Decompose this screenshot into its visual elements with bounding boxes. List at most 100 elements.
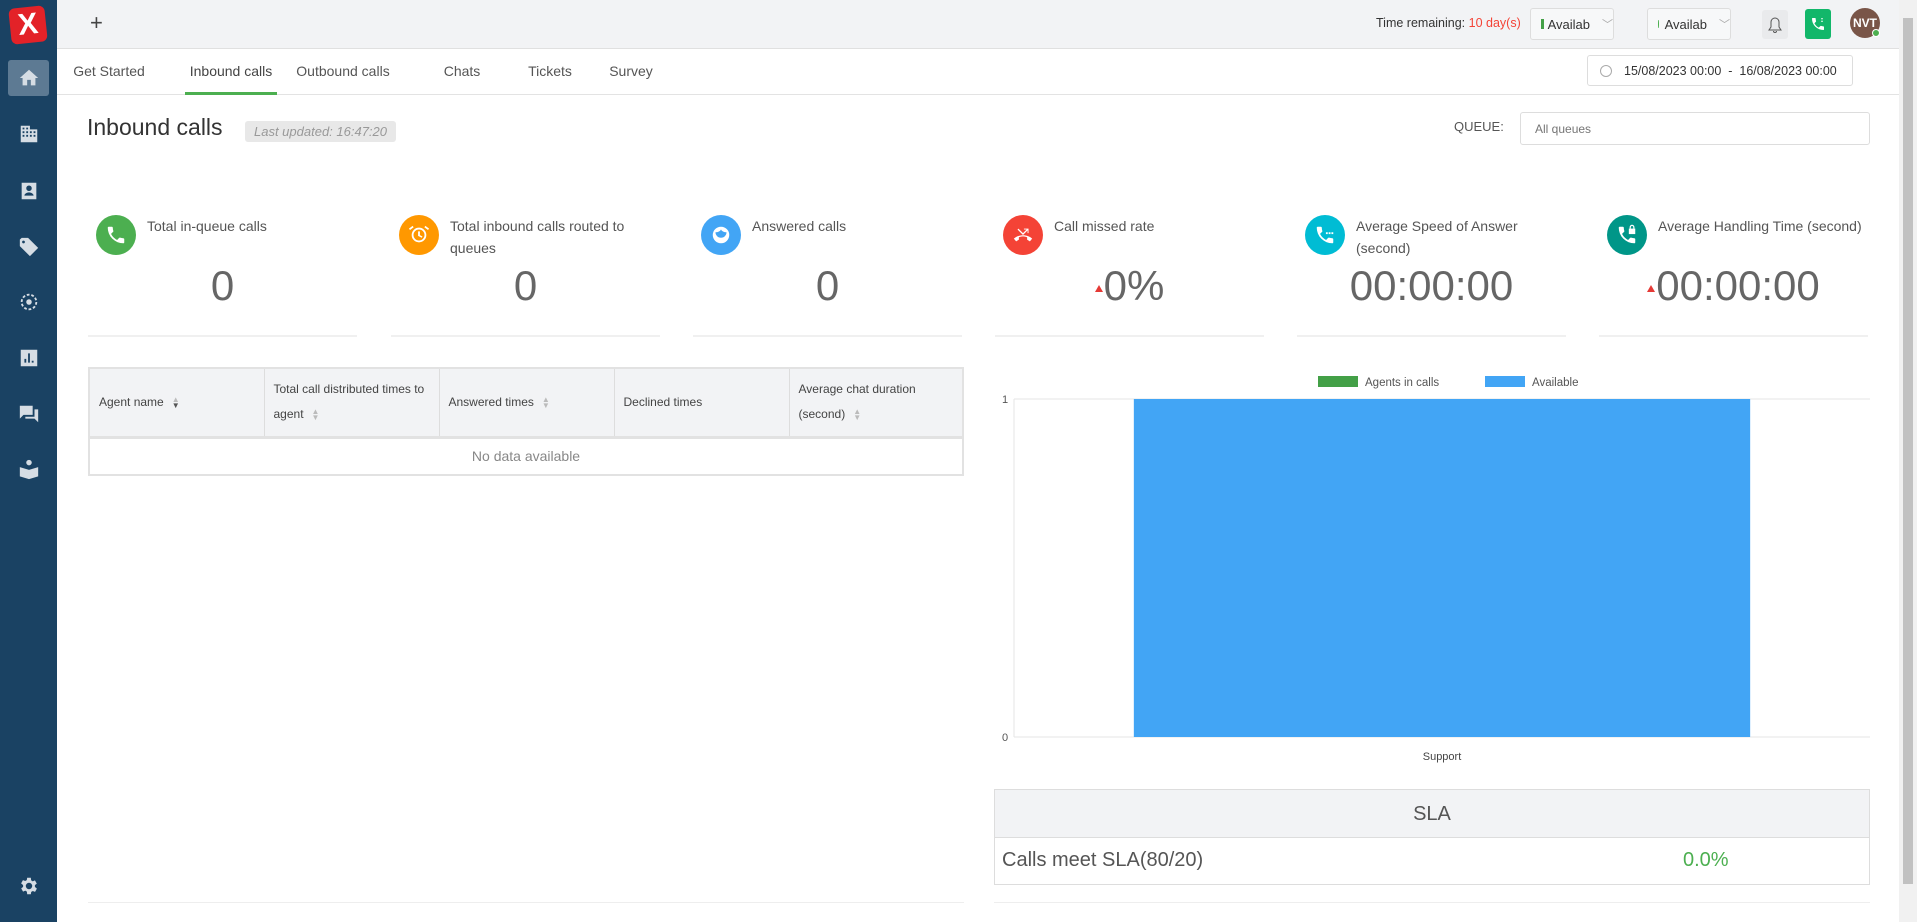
card-label: Average Speed of Answer (second) bbox=[1356, 218, 1518, 256]
sla-row-value: 0.0% bbox=[1683, 849, 1729, 871]
card-label: Total inbound calls routed to queues bbox=[450, 218, 625, 256]
queue-select[interactable] bbox=[1520, 112, 1870, 145]
y-tick-label: 1 bbox=[1002, 394, 1008, 406]
x-tick-label: Support bbox=[1423, 751, 1462, 763]
col-agent-name[interactable]: Agent name ▲ ▼ bbox=[89, 368, 265, 437]
card-value-wrap: 0% bbox=[995, 262, 1264, 310]
legend-swatch bbox=[1485, 376, 1525, 387]
header-text: Total call distributed times to agent bbox=[273, 382, 425, 422]
date-range-picker[interactable]: 15/08/2023 00:00 - 16/08/2023 00:00 bbox=[1587, 55, 1853, 86]
sla-row-label: Calls meet SLA(80/20) bbox=[1002, 849, 1204, 871]
header-text: Agent name bbox=[99, 394, 164, 409]
phone-wait-icon bbox=[1305, 215, 1345, 255]
chat-status-value: Availab bbox=[1547, 16, 1590, 32]
card-value-wrap: 00:00:00 bbox=[1599, 262, 1868, 310]
building-icon[interactable] bbox=[8, 116, 49, 152]
sort-icon: ▲ ▼ bbox=[171, 394, 180, 410]
date-start: 15/08/2023 00:00 bbox=[1624, 63, 1722, 78]
card-value: 0 bbox=[815, 262, 840, 309]
time-remaining-value: 10 day(s) bbox=[1468, 16, 1521, 30]
agents-chart: 0 1 Support Agents in calls Available bbox=[1002, 376, 1870, 763]
legend-swatch bbox=[1318, 376, 1358, 387]
call-status-value: Availab bbox=[1664, 16, 1707, 32]
tag-icon[interactable] bbox=[8, 229, 49, 265]
status-dot-icon bbox=[1658, 20, 1659, 28]
card-answered-calls: Answered calls 0 bbox=[693, 215, 962, 337]
date-end: 16/08/2023 00:00 bbox=[1739, 63, 1837, 78]
divider bbox=[994, 902, 1870, 903]
card-total-in-queue: Total in-queue calls 0 bbox=[88, 215, 357, 337]
settings-gear-icon[interactable] bbox=[8, 868, 49, 904]
card-value: 0% bbox=[1103, 262, 1165, 309]
sort-icon: ▲ ▼ bbox=[311, 407, 320, 423]
time-remaining: Time remaining: 10 day(s) bbox=[1376, 16, 1521, 30]
sidebar: X bbox=[0, 0, 57, 922]
col-avg-chat-duration[interactable]: Average chat duration (second) ▲ ▼ bbox=[789, 368, 963, 437]
card-value: 0 bbox=[210, 262, 235, 309]
card-value: 00:00:00 bbox=[1656, 262, 1820, 309]
time-remaining-label: Time remaining: bbox=[1376, 16, 1466, 30]
chat-status-dropdown[interactable]: Availab ﹀ bbox=[1530, 8, 1614, 40]
last-updated-badge: Last updated: 16:47:20 bbox=[245, 121, 397, 142]
divider bbox=[88, 902, 964, 903]
tab-get-started[interactable]: Get Started bbox=[65, 49, 153, 95]
tab-inbound-calls[interactable]: Inbound calls bbox=[185, 49, 277, 95]
tab-tickets[interactable]: Tickets bbox=[520, 49, 580, 95]
phone-dialer-button[interactable] bbox=[1805, 9, 1831, 39]
sort-icon: ▲ ▼ bbox=[853, 407, 862, 423]
legend-label: Agents in calls bbox=[1365, 377, 1439, 389]
queue-label: QUEUE: bbox=[1454, 119, 1504, 134]
add-tab-button[interactable]: + bbox=[90, 10, 103, 36]
missed-call-icon bbox=[1003, 215, 1043, 255]
tab-survey[interactable]: Survey bbox=[601, 49, 661, 95]
col-declined-times: Declined times bbox=[614, 368, 790, 437]
card-label: Average Handling Time (second) bbox=[1658, 218, 1862, 234]
card-avg-handling-time: Average Handling Time (second) 00:00:00 bbox=[1599, 215, 1868, 337]
chevron-down-icon: ﹀ bbox=[1719, 19, 1730, 31]
legend-label: Available bbox=[1532, 377, 1578, 389]
card-value: 00:00:00 bbox=[1349, 262, 1514, 309]
card-label: Call missed rate bbox=[1054, 218, 1155, 234]
app-logo[interactable]: X bbox=[8, 5, 48, 45]
tab-chats[interactable]: Chats bbox=[437, 49, 487, 95]
sort-icon: ▲ ▼ bbox=[541, 394, 550, 410]
bell-icon[interactable] bbox=[1762, 10, 1788, 39]
col-answered-times[interactable]: Answered times ▲ ▼ bbox=[439, 368, 615, 437]
clock-icon bbox=[1600, 64, 1612, 77]
phone-lock-icon bbox=[1607, 215, 1647, 255]
col-total-distributed[interactable]: Total call distributed times to agent ▲ ▼ bbox=[264, 368, 440, 437]
trend-up-icon bbox=[1094, 285, 1103, 293]
header-text: Answered times bbox=[448, 394, 534, 409]
card-total-routed: Total inbound calls routed to queues 0 bbox=[391, 215, 660, 337]
card-call-missed-rate: Call missed rate 0% bbox=[995, 215, 1264, 337]
chat-bubbles-icon[interactable] bbox=[8, 396, 49, 432]
online-status-dot bbox=[1872, 29, 1880, 37]
chevron-down-icon: ﹀ bbox=[1602, 19, 1613, 31]
phone-icon bbox=[96, 215, 136, 255]
tab-bar: Get Started Inbound calls Outbound calls… bbox=[57, 49, 1899, 95]
face-icon bbox=[701, 215, 741, 255]
report-chart-icon[interactable] bbox=[8, 340, 49, 376]
card-avg-speed-answer: Average Speed of Answer (second) 00:00:0… bbox=[1297, 215, 1566, 337]
sla-panel: SLA Calls meet SLA(80/20) 0.0% bbox=[994, 789, 1870, 885]
header-text: Declined times bbox=[623, 394, 703, 409]
top-bar: + Time remaining: 10 day(s) Availab ﹀ Ava… bbox=[57, 0, 1899, 49]
knowledge-book-icon[interactable] bbox=[8, 451, 49, 487]
call-status-dropdown[interactable]: Availab ﹀ bbox=[1647, 8, 1731, 40]
alarm-clock-icon bbox=[399, 215, 439, 255]
y-tick-label: 0 bbox=[1002, 732, 1008, 744]
empty-message: No data available bbox=[471, 448, 581, 465]
sla-title: SLA bbox=[995, 790, 1869, 838]
card-label: Total in-queue calls bbox=[147, 218, 267, 234]
chat-flag-icon bbox=[1541, 19, 1544, 29]
target-icon[interactable] bbox=[8, 284, 49, 320]
agent-table: Agent name ▲ ▼ Total call distributed time… bbox=[88, 367, 964, 476]
tab-outbound-calls[interactable]: Outbound calls bbox=[293, 49, 393, 95]
scrollbar-thumb[interactable] bbox=[1903, 18, 1913, 884]
card-label: Answered calls bbox=[752, 218, 847, 234]
contact-card-icon[interactable] bbox=[8, 173, 49, 209]
scrollbar[interactable] bbox=[1899, 0, 1917, 922]
date-separator: - bbox=[1728, 63, 1733, 78]
bar-available bbox=[1133, 399, 1751, 737]
home-icon[interactable] bbox=[8, 60, 49, 96]
